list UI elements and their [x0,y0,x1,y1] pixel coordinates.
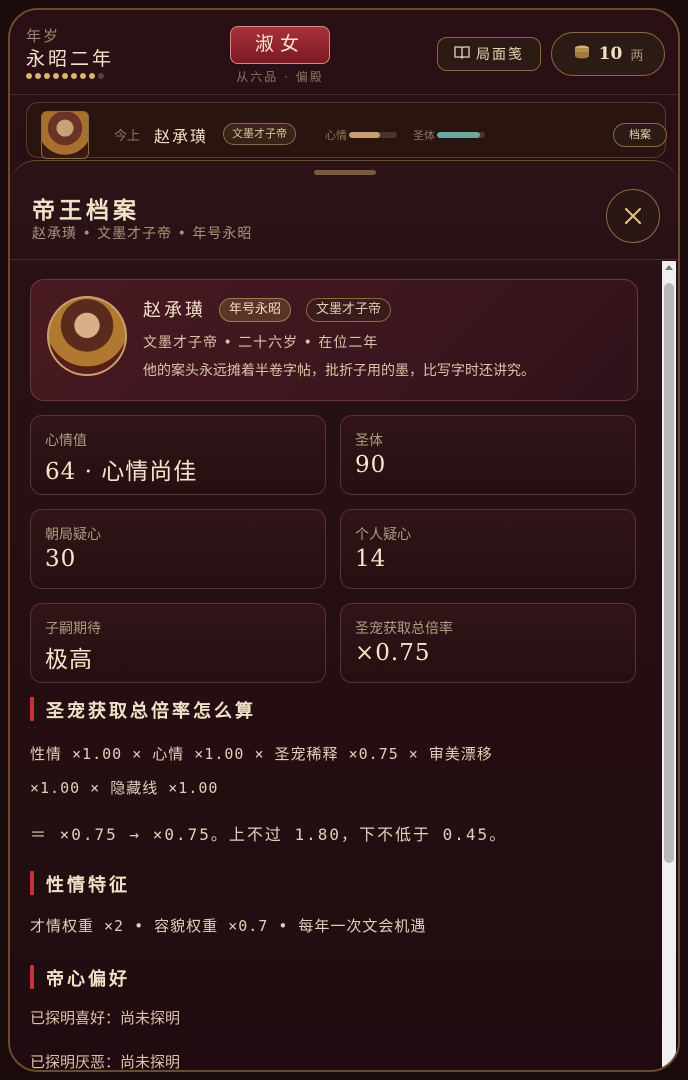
sheet-subtitle: 赵承璜 • 文墨才子帝 • 年号永昭 [32,226,253,242]
top-header: 年岁 永昭二年 淑女 从六品 · 偏殿 局面笺 10 两 [10,10,678,94]
year-dot [53,73,59,79]
stat-label: 圣宠获取总倍率 [355,621,453,637]
stat-value: 90 [355,452,387,478]
coin-unit: 两 [630,48,644,64]
section-heading-preferences: 帝心偏好 [30,965,130,991]
formula-result: ＝ ×0.75 → ×0.75。上不过 1.80，下不低于 0.45。 [30,825,508,844]
coin-value: 10 [598,44,623,64]
stat-card-health: 圣体 90 [340,415,636,495]
close-icon [625,208,641,224]
mood-bar [349,132,397,138]
profile-card: 赵承璜 年号永昭 文墨才子帝 文墨才子帝 • 二十六岁 • 在位二年 他的案头永… [30,279,638,401]
mood-label: 心情 [325,129,347,142]
emperor-title-tag: 文墨才子帝 [223,123,296,145]
profile-avatar [47,296,127,376]
stat-value: 30 [45,546,77,572]
sheet-title: 帝王档案 [32,197,140,224]
coin-stack-icon [573,44,591,64]
stat-label: 朝局疑心 [45,527,101,543]
formula-line-1: 性情 ×1.00 × 心情 ×1.00 × 圣宠稀释 ×0.75 × 审美漂移 [30,745,493,763]
health-label: 圣体 [413,129,435,142]
formula-line-2: ×1.00 × 隐藏线 ×1.00 [30,779,219,797]
mood-bar-fill [349,132,380,138]
year-dot [26,73,32,79]
year-progress-dots [26,73,104,79]
section-heading-formula: 圣宠获取总倍率怎么算 [30,697,256,723]
rank-subtitle: 从六品 · 偏殿 [236,70,324,84]
profile-description: 他的案头永远摊着半卷字帖，批折子用的墨，比写字时还讲究。 [143,363,535,379]
stat-card-favor-multiplier: 圣宠获取总倍率 ×0.75 [340,603,636,683]
emperor-avatar [41,111,89,159]
stat-card-personal-suspicion: 个人疑心 14 [340,509,636,589]
scrollbar[interactable] [662,261,676,1070]
header-divider [10,94,678,95]
year-dot [35,73,41,79]
book-icon [454,45,470,63]
scroll-up-arrow-icon[interactable] [665,265,673,270]
year-dot [98,73,104,79]
year-dot [71,73,77,79]
year-dot [80,73,86,79]
stat-label: 心情值 [45,433,87,449]
sheet-drag-handle[interactable] [314,170,376,175]
emperor-profile-sheet: 帝王档案 赵承璜 • 文墨才子帝 • 年号永昭 赵承璜 年号永昭 文墨才子帝 文… [10,160,678,1071]
stat-value: ×0.75 [355,640,431,666]
archive-button[interactable]: 档案 [613,123,667,147]
health-bar-fill [437,132,481,138]
year-name: 永昭二年 [26,48,115,70]
coin-counter[interactable]: 10 两 [551,32,665,76]
emperor-strip: 今上 赵承璜 文墨才子帝 心情 圣体 档案 [26,102,667,159]
journal-button[interactable]: 局面笺 [437,37,541,71]
journal-label: 局面笺 [476,47,524,63]
stat-card-court-suspicion: 朝局疑心 30 [30,509,326,589]
stat-card-mood: 心情值 64 · 心情尚佳 [30,415,326,495]
sheet-divider [10,259,678,260]
section-heading-traits: 性情特征 [30,871,130,897]
stat-value: 14 [355,546,387,572]
year-dot [62,73,68,79]
year-label: 年岁 [26,27,61,45]
title-tag: 文墨才子帝 [306,298,392,322]
emperor-name: 赵承璜 [154,127,209,146]
sheet-scroll-area[interactable]: 赵承璜 年号永昭 文墨才子帝 文墨才子帝 • 二十六岁 • 在位二年 他的案头永… [10,261,658,1071]
preference-likes: 已探明喜好：尚未探明 [30,1009,181,1027]
profile-name: 赵承璜 [143,300,206,321]
profile-meta: 文墨才子帝 • 二十六岁 • 在位二年 [143,335,379,351]
close-button[interactable] [606,189,660,243]
stat-card-heir-expectation: 子嗣期待 极高 [30,603,326,683]
health-bar [437,132,485,138]
preference-dislikes: 已探明厌恶：尚未探明 [30,1053,181,1071]
year-dot [89,73,95,79]
app-frame: 年岁 永昭二年 淑女 从六品 · 偏殿 局面笺 10 两 今上 赵承璜 文墨才子… [8,8,680,1072]
stat-value: 极高 [45,647,93,673]
traits-text: 才情权重 ×2 • 容貌权重 ×0.7 • 每年一次文会机遇 [30,917,427,935]
emperor-prefix: 今上 [114,129,141,144]
stat-label: 子嗣期待 [45,621,101,637]
era-tag: 年号永昭 [219,298,292,322]
scrollbar-thumb[interactable] [664,283,674,863]
stat-label: 圣体 [355,433,383,449]
year-dot [44,73,50,79]
rank-badge[interactable]: 淑女 [230,26,330,64]
stat-value: 64 · 心情尚佳 [45,459,198,485]
stat-label: 个人疑心 [355,527,411,543]
